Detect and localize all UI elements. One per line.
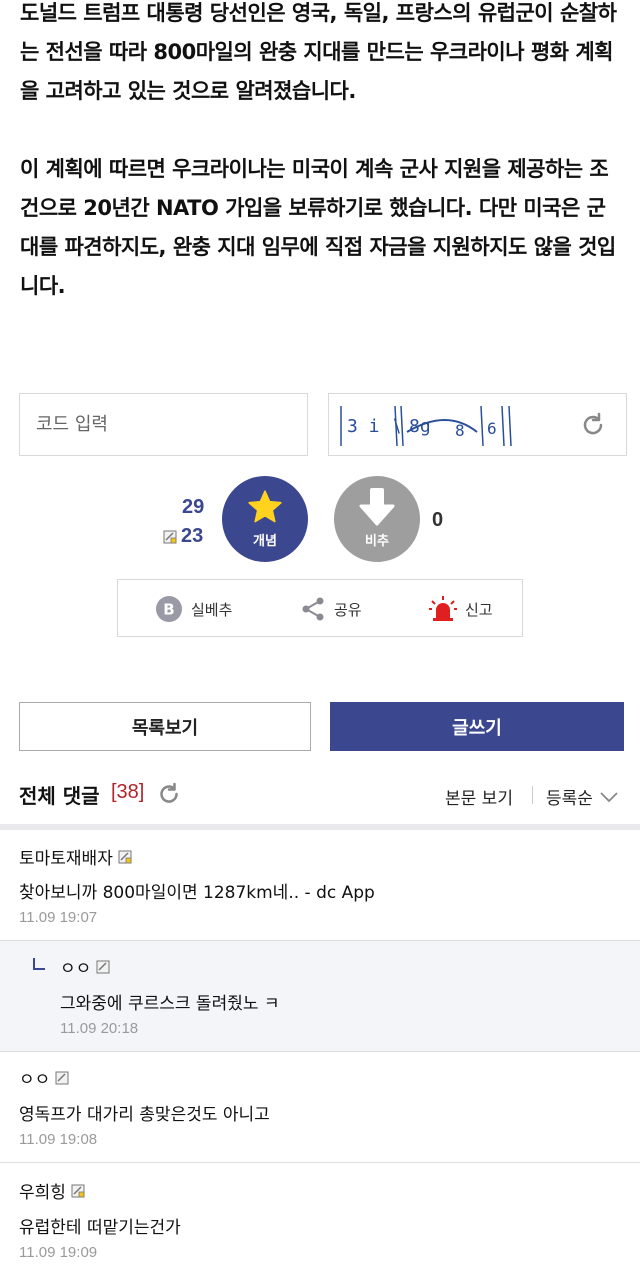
comment-text: 그와중에 쿠르스크 돌려줬노 ㅋ (60, 994, 280, 1014)
comment-text: 유럽한테 떠맡기는건가 (19, 1218, 181, 1238)
comment-author[interactable]: ㅇㅇ (19, 1065, 69, 1090)
upvote-label: 개념 (253, 534, 277, 549)
report-label: 신고 (465, 600, 493, 619)
fixed-upvote-count: 23 (163, 525, 203, 548)
comment-date: 11.09 19:08 (19, 1131, 98, 1148)
comment-author[interactable]: 우희힝 (19, 1178, 85, 1203)
upvote-count: 29 (182, 496, 205, 518)
best-recommend-label: 실베추 (191, 600, 233, 619)
member-icon (55, 1071, 69, 1084)
sort-dropdown[interactable]: 등록순 (546, 784, 619, 809)
author-nickname: ㅇㅇ (60, 959, 92, 979)
share-label: 공유 (334, 600, 362, 619)
siren-icon (429, 596, 457, 621)
upvote-button[interactable]: 개념 (222, 476, 308, 562)
article-paragraph: 도널드 트럼프 대통령 당선인은 영국, 독일, 프랑스의 유럽군이 순찰하는 … (20, 1, 617, 103)
svg-text:B: B (163, 601, 174, 619)
view-body-button[interactable]: 본문 보기 (445, 784, 513, 809)
list-view-button[interactable]: 목록보기 (19, 702, 311, 751)
svg-text:8: 8 (455, 421, 465, 440)
comment-list: 토마토재배자 찾아보니까 800마일이면 1287km네.. - dc App … (0, 830, 640, 1276)
comment-header: 전체 댓글 [38] 본문 보기 등록순 (19, 778, 625, 812)
share-icon (302, 597, 324, 621)
down-arrow-icon (359, 488, 395, 526)
author-nickname: 우희힝 (19, 1183, 66, 1203)
chevron-down-icon (600, 791, 618, 802)
fixed-member-icon (71, 1184, 85, 1197)
comment-count: [38] (111, 781, 145, 803)
comment-date: 11.09 19:07 (19, 909, 98, 926)
refresh-icon[interactable] (580, 412, 606, 438)
captcha-code-input[interactable] (19, 393, 308, 456)
fixed-member-icon (118, 850, 132, 863)
downvote-count: 0 (432, 509, 444, 531)
fixed-count-value: 23 (181, 525, 204, 547)
fixed-member-icon (163, 530, 177, 543)
refresh-comments-icon[interactable] (157, 782, 181, 806)
share-button[interactable]: 공유 (300, 597, 362, 621)
post-action-bar: B 실베추 공유 신고 (117, 579, 523, 637)
report-button[interactable]: 신고 (429, 596, 493, 621)
vote-area: 29 23 개념 비추 0 (0, 476, 640, 571)
write-post-button[interactable]: 글쓰기 (330, 702, 624, 751)
b-badge-icon: B (156, 596, 182, 622)
comment-author[interactable]: 토마토재배자 (19, 844, 132, 869)
reply-arrow-icon (33, 958, 45, 970)
comment-item: 우희힝 유럽한테 떠맡기는건가 11.09 19:09 (0, 1163, 640, 1276)
star-icon (248, 490, 282, 523)
comment-item: 토마토재배자 찾아보니까 800마일이면 1287km네.. - dc App … (0, 830, 640, 941)
comment-text: 찾아보니까 800마일이면 1287km네.. - dc App (19, 883, 375, 903)
header-divider (532, 786, 533, 804)
comment-title: 전체 댓글 (19, 784, 100, 808)
author-nickname: 토마토재배자 (19, 849, 113, 869)
comment-reply-item: ㅇㅇ 그와중에 쿠르스크 돌려줬노 ㅋ 11.09 20:18 (0, 941, 640, 1052)
captcha-image: 3 i ∖ 8g 8 6 (340, 405, 512, 447)
svg-text:3 i ∖: 3 i ∖ (347, 416, 402, 437)
article-paragraph: 이 계획에 따르면 우크라이나는 미국이 계속 군사 지원을 제공하는 조건으로… (20, 157, 616, 298)
author-nickname: ㅇㅇ (19, 1070, 51, 1090)
article-body: 도널드 트럼프 대통령 당선인은 영국, 독일, 프랑스의 유럽군이 순찰하는 … (0, 0, 640, 306)
captcha-box: 3 i ∖ 8g 8 6 (328, 393, 627, 456)
comment-text: 영독프가 대가리 총맞은것도 아니고 (19, 1105, 270, 1125)
downvote-button[interactable]: 비추 (334, 476, 420, 562)
member-icon (96, 960, 110, 973)
captcha-row: 3 i ∖ 8g 8 6 (19, 393, 627, 458)
comment-date: 11.09 19:09 (19, 1244, 98, 1261)
comment-author[interactable]: ㅇㅇ (60, 954, 110, 979)
sort-label: 등록순 (546, 789, 593, 809)
svg-text:6: 6 (487, 419, 497, 438)
best-recommend-button[interactable]: B 실베추 (155, 596, 233, 622)
downvote-label: 비추 (365, 534, 389, 549)
comment-date: 11.09 20:18 (60, 1020, 139, 1037)
comment-item: ㅇㅇ 영독프가 대가리 총맞은것도 아니고 11.09 19:08 (0, 1052, 640, 1163)
